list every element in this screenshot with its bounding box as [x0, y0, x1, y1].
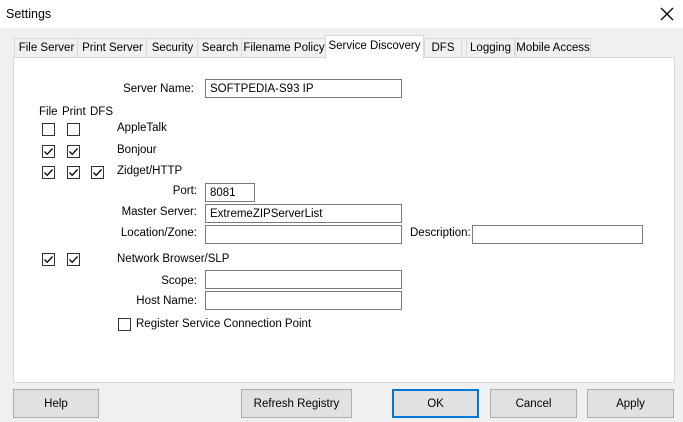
master-server-label: Master Server: [121, 206, 197, 218]
col-dfs-header: DFS [90, 106, 113, 118]
cancel-button[interactable]: Cancel [490, 389, 577, 418]
server-name-input[interactable] [205, 79, 402, 98]
window-title: Settings [6, 7, 52, 21]
col-file-header: File [39, 106, 58, 118]
apply-button[interactable]: Apply [587, 389, 674, 418]
tab-security[interactable]: Security [146, 38, 199, 58]
refresh-registry-button[interactable]: Refresh Registry [241, 389, 352, 418]
zidget-dfs-checkbox[interactable] [91, 166, 104, 179]
host-name-label: Host Name: [136, 295, 197, 307]
master-server-input[interactable] [205, 204, 402, 223]
bonjour-label: Bonjour [117, 144, 157, 156]
register-scp-checkbox[interactable] [118, 318, 131, 331]
col-print-header: Print [62, 106, 86, 118]
checkmark-icon [69, 148, 78, 156]
tab-mobile-access[interactable]: Mobile Access [515, 38, 591, 58]
tab-file-server[interactable]: File Server [14, 38, 79, 58]
server-name-label: Server Name: [123, 83, 194, 95]
ok-button[interactable]: OK [392, 389, 479, 418]
tab-search[interactable]: Search [197, 38, 243, 58]
appletalk-file-checkbox[interactable] [42, 123, 55, 136]
host-name-input[interactable] [205, 291, 402, 310]
scope-label: Scope: [161, 275, 197, 287]
zidget-print-checkbox[interactable] [67, 166, 80, 179]
netbrowser-file-checkbox[interactable] [42, 253, 55, 266]
description-input[interactable] [472, 225, 643, 244]
port-label: Port: [172, 185, 197, 197]
checkmark-icon [44, 256, 53, 264]
tab-filename-policy[interactable]: Filename Policy [241, 38, 327, 58]
port-input[interactable] [205, 183, 255, 202]
checkmark-icon [44, 148, 53, 156]
netbrowser-label: Network Browser/SLP [117, 253, 230, 265]
register-scp-label: Register Service Connection Point [136, 318, 312, 330]
tab-logging[interactable]: Logging [466, 38, 515, 58]
location-zone-label: Location/Zone: [120, 227, 197, 239]
bonjour-print-checkbox[interactable] [67, 145, 80, 158]
checkmark-icon [44, 169, 53, 177]
scope-input[interactable] [205, 270, 402, 289]
close-icon[interactable] [655, 3, 679, 25]
help-button[interactable]: Help [13, 389, 99, 418]
appletalk-print-checkbox[interactable] [67, 123, 80, 136]
bonjour-file-checkbox[interactable] [42, 145, 55, 158]
appletalk-label: AppleTalk [117, 122, 167, 134]
tab-service-discovery[interactable]: Service Discovery [325, 35, 424, 59]
checkmark-icon [69, 256, 78, 264]
zidget-label: Zidget/HTTP [117, 165, 183, 177]
checkmark-icon [93, 169, 102, 177]
netbrowser-print-checkbox[interactable] [67, 253, 80, 266]
tab-dfs[interactable]: DFS [424, 38, 462, 58]
title-bar [0, 0, 683, 28]
tab-print-server[interactable]: Print Server [77, 38, 148, 58]
checkmark-icon [69, 169, 78, 177]
zidget-file-checkbox[interactable] [42, 166, 55, 179]
location-zone-input[interactable] [205, 225, 402, 244]
description-label: Description: [410, 227, 471, 239]
